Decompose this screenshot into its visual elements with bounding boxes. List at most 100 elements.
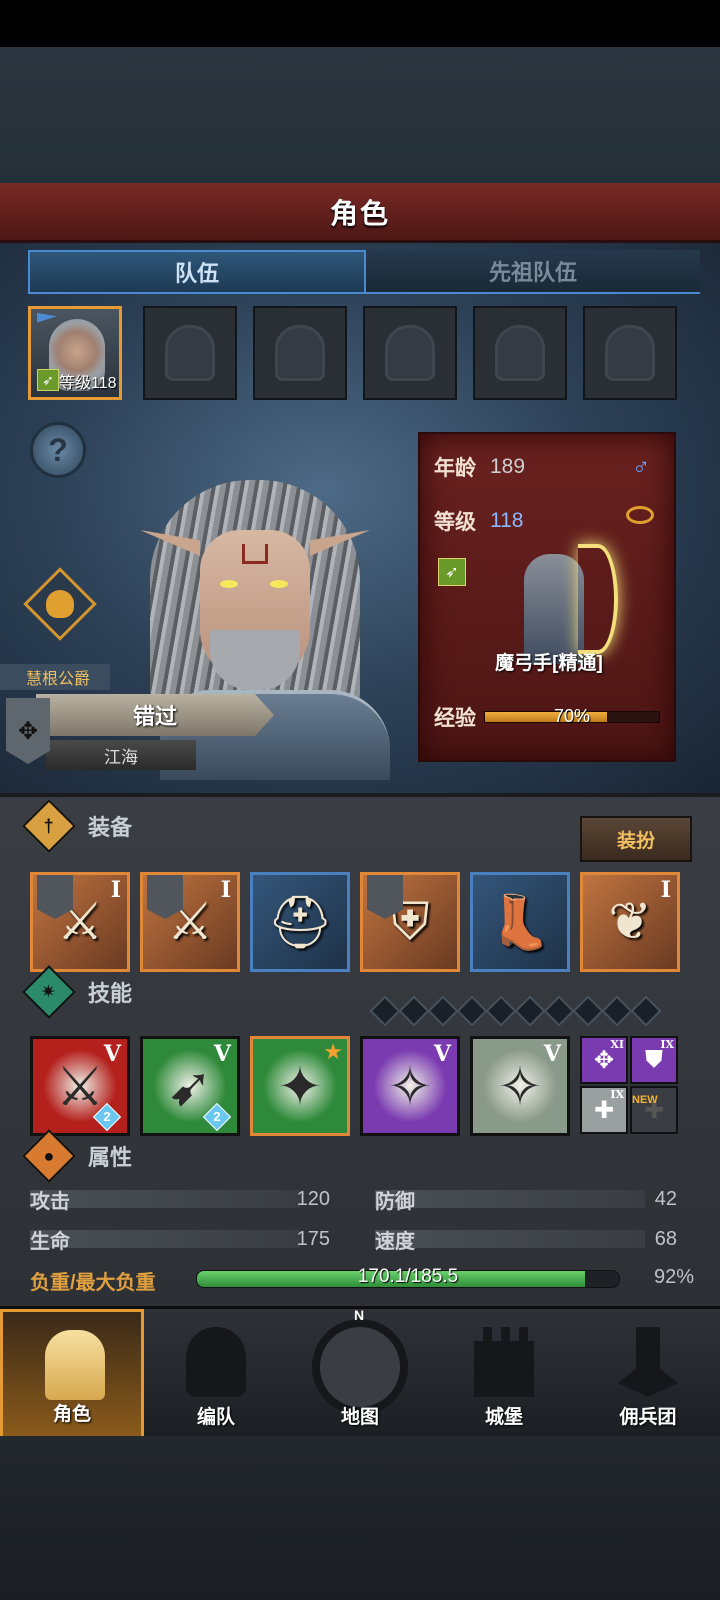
- party-slot-2[interactable]: [143, 306, 237, 400]
- exp-bar: 70%: [484, 706, 660, 726]
- helmet-squad-icon: [186, 1327, 246, 1397]
- stat-bar: [375, 1190, 645, 1208]
- equipment-tier: I: [110, 877, 121, 903]
- skill-tier: V: [213, 1041, 231, 1067]
- bottom-background: [0, 1436, 720, 1600]
- nav-helmet-squad[interactable]: 编队: [144, 1309, 288, 1439]
- forehead-rune: [242, 544, 268, 564]
- stat-hp: 生命 175: [30, 1227, 330, 1253]
- empty-helmet-icon: [275, 325, 325, 381]
- mercenary-banner-icon: [618, 1327, 678, 1397]
- hp-value: 175: [296, 1227, 330, 1250]
- attributes-title: 属性: [88, 1145, 133, 1170]
- skills-title: 技能: [88, 981, 133, 1006]
- skill-point-empty: [485, 995, 517, 1027]
- compass-map-icon: [312, 1319, 408, 1415]
- passive-skill-2[interactable]: ⛊ IX: [630, 1036, 678, 1084]
- equipment-row: ⚔ I ⚔ I ⛑ ⛨ 👢 ❦ I: [30, 872, 694, 972]
- skill-tier: V: [433, 1041, 451, 1067]
- top-background: [0, 47, 720, 185]
- nav-label: 地图: [340, 1407, 379, 1428]
- guild-emblem-icon: ✥: [6, 698, 50, 764]
- party-slot-6[interactable]: [583, 306, 677, 400]
- skill-point-empty: [543, 995, 575, 1027]
- weight-value: 170.1/185.5: [357, 1266, 459, 1287]
- skill-point-empty: [427, 995, 459, 1027]
- nav-castle[interactable]: 城堡: [432, 1309, 576, 1439]
- question-icon: ?: [48, 431, 68, 468]
- potion-icon: [46, 590, 74, 618]
- equipment-title: 装备: [88, 815, 133, 840]
- attack-value: 120: [296, 1187, 330, 1210]
- level-row: 等级 118: [434, 506, 523, 536]
- exp-label: 经验: [434, 707, 476, 730]
- equipment-emblem: †: [22, 799, 76, 853]
- skill-slot-1[interactable]: ⚔ V 2: [30, 1036, 130, 1136]
- male-icon: ♂: [632, 454, 650, 481]
- skill-slot-2[interactable]: ➹ V 2: [140, 1036, 240, 1136]
- helmet-icon: ⛑: [266, 893, 333, 952]
- equipment-slot-1[interactable]: ⚔ I: [30, 872, 130, 972]
- stat-attack: 攻击 120: [30, 1187, 330, 1213]
- skill-tier: V: [543, 1041, 561, 1067]
- nav-label: 编队: [196, 1407, 235, 1428]
- nav-knight[interactable]: 角色: [0, 1309, 144, 1439]
- hero-eye-right: [270, 580, 288, 588]
- nav-mercenary-banner[interactable]: 佣兵团: [576, 1309, 720, 1439]
- skill-point-empty: [601, 995, 633, 1027]
- hero-title: 慧根公爵: [0, 664, 110, 690]
- equipment-slot-5[interactable]: 👢: [470, 872, 570, 972]
- party-tabs: 队伍 先祖队伍: [28, 250, 700, 294]
- nav-label: 角色: [52, 1404, 91, 1425]
- speed-label: 速度: [375, 1230, 415, 1253]
- party-slot-1[interactable]: ➶ 等级118: [28, 306, 122, 400]
- passive-skill-3[interactable]: ✚ IX: [580, 1086, 628, 1134]
- age-label: 年龄: [434, 457, 476, 480]
- attributes-header: ● 属性: [22, 1129, 690, 1183]
- speed-value: 68: [654, 1227, 677, 1250]
- potion-button[interactable]: [23, 567, 97, 641]
- ring-icon[interactable]: [626, 506, 654, 524]
- party-slots: ➶ 等级118: [28, 306, 700, 400]
- class-name: 魔弓手[精通]: [495, 653, 603, 674]
- skill-slot-4[interactable]: ✧ V: [360, 1036, 460, 1136]
- party-slot-4[interactable]: [363, 306, 457, 400]
- passive-tier: IX: [660, 1038, 674, 1051]
- passive-skill-1[interactable]: ✥ XI: [580, 1036, 628, 1084]
- page-title: 角色: [329, 197, 390, 229]
- glowing-bow: [578, 544, 618, 654]
- skill-slot-3[interactable]: ✦ ★: [250, 1036, 350, 1136]
- party-slot-3[interactable]: [253, 306, 347, 400]
- nav-compass-map[interactable]: N 地图: [288, 1307, 432, 1439]
- hero-subname: 江海: [46, 740, 196, 770]
- equipment-tier: I: [660, 877, 671, 903]
- tab-party[interactable]: 队伍: [28, 250, 366, 294]
- equipment-slot-2[interactable]: ⚔ I: [140, 872, 240, 972]
- age-value: 189: [490, 455, 526, 478]
- hero-name-plate[interactable]: 错过: [36, 694, 274, 736]
- costume-button[interactable]: 装扮: [580, 816, 692, 862]
- empty-helmet-icon: [495, 325, 545, 381]
- flag-icon: [37, 313, 57, 323]
- equipment-slot-6[interactable]: ❦ I: [580, 872, 680, 972]
- equipment-slot-3[interactable]: ⛑: [250, 872, 350, 972]
- skill-point-empty: [398, 995, 430, 1027]
- empty-helmet-icon: [165, 325, 215, 381]
- tab-ancestor-party[interactable]: 先祖队伍: [366, 250, 700, 294]
- help-button[interactable]: ?: [30, 422, 86, 478]
- dagger-icon: †: [43, 815, 55, 836]
- skill-slot-5[interactable]: ✧ V: [470, 1036, 570, 1136]
- skills-row: ⚔ V 2 ➹ V 2 ✦ ★ ✧ V ✧ V ✥ XI ⛊ IX ✚ IX ✚: [30, 1036, 694, 1138]
- star-icon: ★: [323, 1039, 343, 1064]
- hp-label: 生命: [30, 1230, 70, 1253]
- hero-info-card: 年龄 189 ♂ 等级 118 ➶ 魔弓手[精通] 经验 70%: [418, 432, 676, 762]
- nav-label: 城堡: [484, 1407, 523, 1428]
- slot-level: 等级118: [59, 375, 117, 392]
- equipment-slot-4[interactable]: ⛨: [360, 872, 460, 972]
- exp-row: 经验 70%: [434, 702, 660, 732]
- party-slot-5[interactable]: [473, 306, 567, 400]
- level-label: 等级: [434, 511, 476, 534]
- weight-percent: 92%: [653, 1266, 694, 1288]
- skill-point-empty: [630, 995, 662, 1027]
- defense-value: 42: [654, 1187, 677, 1210]
